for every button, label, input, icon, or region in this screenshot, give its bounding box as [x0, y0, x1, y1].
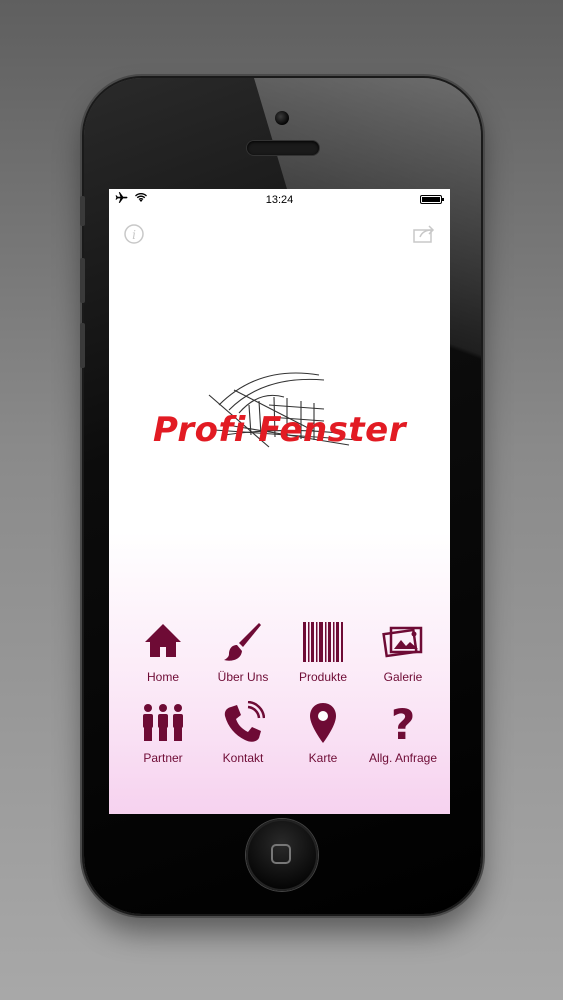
- menu-item-label: Produkte: [298, 670, 348, 684]
- home-button[interactable]: [246, 819, 318, 891]
- menu-item-produkte[interactable]: Produkte: [283, 620, 363, 684]
- menu-item-label: Galerie: [383, 670, 423, 684]
- menu-item-galerie[interactable]: Galerie: [363, 620, 443, 684]
- battery-icon: [420, 195, 444, 204]
- phone-frame: 13:24 i Profi Fenster Home Über Uns Prod…: [80, 78, 481, 914]
- menu-item-label: Kontakt: [222, 751, 264, 765]
- status-bar: 13:24: [109, 189, 450, 209]
- earpiece-speaker: [247, 141, 319, 155]
- volume-up-button: [80, 258, 85, 303]
- menu-item-allg-anfrage[interactable]: ? Allg. Anfrage: [363, 701, 443, 765]
- menu-item-label: Allg. Anfrage: [368, 751, 438, 765]
- menu-item-label: Karte: [308, 751, 338, 765]
- volume-down-button: [80, 323, 85, 368]
- menu-item-label: Über Uns: [217, 670, 269, 684]
- photos-icon: [382, 626, 423, 658]
- svg-text:i: i: [132, 228, 136, 242]
- phone-icon: [224, 701, 265, 742]
- menu-item-home[interactable]: Home: [123, 620, 203, 684]
- share-icon[interactable]: [412, 223, 436, 245]
- home-square-icon: [271, 844, 291, 864]
- question-icon: ?: [391, 701, 415, 745]
- status-time: 13:24: [265, 194, 294, 206]
- info-icon[interactable]: i: [123, 223, 145, 245]
- menu-item-label: Partner: [143, 751, 183, 765]
- menu-item-label: Home: [146, 670, 179, 684]
- barcode-icon: [303, 622, 343, 662]
- front-camera: [275, 111, 289, 125]
- app-screen: 13:24 i Profi Fenster Home Über Uns Prod…: [109, 189, 450, 814]
- brand-logo-text: Profi Fenster: [153, 410, 406, 450]
- people-icon: [143, 704, 183, 741]
- menu-item-kontakt[interactable]: Kontakt: [203, 701, 283, 765]
- svg-text:?: ?: [391, 701, 415, 745]
- menu-item-ueber-uns[interactable]: Über Uns: [203, 620, 283, 684]
- menu-item-partner[interactable]: Partner: [123, 701, 203, 765]
- menu-item-karte[interactable]: Karte: [283, 701, 363, 765]
- map-pin-icon: [310, 703, 336, 743]
- mute-switch: [80, 196, 85, 226]
- paintbrush-icon: [224, 623, 261, 661]
- house-icon: [145, 624, 181, 657]
- main-menu-grid: Home Über Uns Produkte Galerie Partner K…: [123, 620, 443, 765]
